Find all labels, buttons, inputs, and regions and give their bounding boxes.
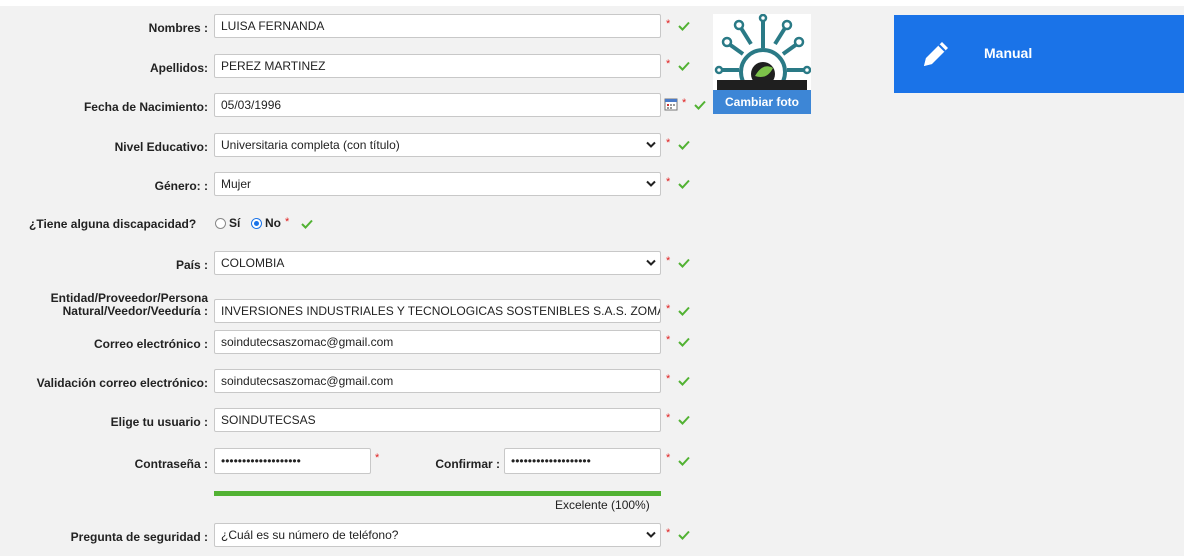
correo-label: Correo electrónico : — [93, 337, 208, 351]
required-mark: * — [666, 373, 671, 385]
pencil-icon — [924, 42, 948, 66]
calendar-icon[interactable] — [664, 97, 678, 111]
required-mark: * — [666, 527, 671, 539]
pregunta-select[interactable]: ¿Cuál es su número de teléfono? — [214, 523, 661, 547]
check-icon — [678, 456, 690, 466]
nivel-label: Nivel Educativo: — [114, 140, 208, 154]
entidad-label: Entidad/Proveedor/Persona Natural/Veedor… — [51, 292, 208, 318]
nombres-label: Nombres : — [148, 21, 208, 35]
contrasena-input[interactable]: ••••••••••••••••••• — [214, 448, 371, 474]
validacion-input[interactable]: soindutecsaszomac@gmail.com — [214, 369, 661, 393]
required-mark: * — [666, 18, 671, 30]
pais-select[interactable]: COLOMBIA — [214, 251, 661, 275]
manual-label: Manual — [984, 45, 1033, 61]
required-mark: * — [682, 97, 687, 109]
chevron-down-icon — [646, 531, 656, 538]
pregunta-value: ¿Cuál es su número de teléfono? — [221, 528, 399, 542]
pais-value: COLOMBIA — [221, 256, 285, 270]
required-mark: * — [666, 255, 671, 267]
usuario-input[interactable]: SOINDUTECSAS — [214, 408, 661, 432]
genero-label: Género: : — [154, 179, 208, 193]
check-icon — [694, 100, 706, 110]
nombres-input[interactable]: LUISA FERNANDA — [214, 14, 661, 38]
confirmar-input[interactable]: ••••••••••••••••••• — [504, 448, 661, 474]
check-icon — [678, 258, 690, 268]
check-icon — [678, 140, 690, 150]
entidad-input[interactable]: INVERSIONES INDUSTRIALES Y TECNOLOGICAS … — [214, 299, 661, 323]
profile-photo: Cambiar foto — [713, 14, 811, 114]
nivel-select[interactable]: Universitaria completa (con título) — [214, 133, 661, 157]
required-mark: * — [666, 452, 671, 464]
genero-value: Mujer — [221, 177, 252, 191]
password-strength-bar — [214, 491, 661, 496]
check-icon — [678, 530, 690, 540]
check-icon — [678, 306, 690, 316]
required-mark: * — [666, 412, 671, 424]
check-icon — [678, 61, 690, 71]
check-icon — [301, 219, 313, 229]
check-icon — [678, 415, 690, 425]
usuario-label: Elige tu usuario : — [110, 415, 208, 429]
required-mark: * — [666, 176, 671, 188]
required-mark: * — [375, 452, 380, 464]
pregunta-label: Pregunta de seguridad : — [70, 530, 208, 544]
fecha-label: Fecha de Nacimiento: — [83, 100, 208, 114]
check-icon — [678, 179, 690, 189]
check-icon — [678, 337, 690, 347]
discapacidad-no-option[interactable]: No — [251, 213, 281, 233]
fecha-input[interactable]: 05/03/1996 — [214, 93, 661, 117]
nivel-value: Universitaria completa (con título) — [221, 138, 400, 152]
apellidos-input[interactable]: PEREZ MARTINEZ — [214, 54, 661, 78]
radio-si[interactable] — [215, 217, 226, 229]
required-mark: * — [666, 58, 671, 70]
company-logo-icon — [714, 14, 811, 90]
radio-no[interactable] — [251, 217, 262, 229]
chevron-down-icon — [646, 259, 656, 266]
chevron-down-icon — [646, 141, 656, 148]
discapacidad-label: ¿Tiene alguna discapacidad? — [29, 217, 197, 231]
change-photo-button[interactable]: Cambiar foto — [713, 90, 811, 114]
manual-button[interactable]: Manual — [894, 15, 1184, 93]
contrasena-label: Contraseña : — [134, 457, 208, 471]
correo-input[interactable]: soindutecsaszomac@gmail.com — [214, 330, 661, 354]
required-mark: * — [666, 137, 671, 149]
required-mark: * — [666, 334, 671, 346]
chevron-down-icon — [646, 180, 656, 187]
required-mark: * — [666, 303, 671, 315]
required-mark: * — [285, 216, 290, 228]
entidad-label-line2: Natural/Veedor/Veeduría : — [62, 304, 208, 318]
password-strength-text: Excelente (100%) — [555, 498, 650, 512]
validacion-label: Validación correo electrónico: — [36, 376, 208, 390]
genero-select[interactable]: Mujer — [214, 172, 661, 196]
confirmar-label: Confirmar : — [435, 457, 500, 471]
top-strip — [0, 0, 1184, 6]
apellidos-label: Apellidos: — [149, 61, 208, 75]
discapacidad-si-option[interactable]: Sí — [215, 213, 240, 233]
check-icon — [678, 376, 690, 386]
pais-label: País : — [175, 258, 208, 272]
radio-si-label: Sí — [229, 216, 241, 230]
check-icon — [678, 21, 690, 31]
radio-no-label: No — [265, 216, 281, 230]
